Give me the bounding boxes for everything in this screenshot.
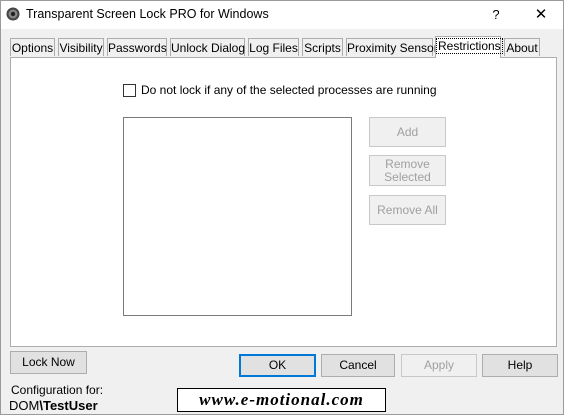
config-user: DOM\TestUser [9,398,98,413]
add-button[interactable]: Add [369,117,446,147]
window-title: Transparent Screen Lock PRO for Windows [26,7,269,21]
app-window: Transparent Screen Lock PRO for Windows … [0,0,564,415]
process-listbox[interactable] [123,117,352,316]
tab-log-files[interactable]: Log Files [248,38,299,56]
tab-passwords[interactable]: Passwords [107,38,167,56]
app-lock-icon [6,7,20,21]
tab-about[interactable]: About [504,38,540,56]
close-button[interactable]: ✕ [523,3,559,27]
tab-restrictions[interactable]: Restrictions [435,36,503,58]
lock-now-button[interactable]: Lock Now [10,351,87,374]
tab-proximity-sensor[interactable]: Proximity Sensor [346,38,438,56]
cancel-button[interactable]: Cancel [321,354,395,377]
tab-options[interactable]: Options [10,38,55,56]
tab-scripts[interactable]: Scripts [302,38,343,56]
apply-button[interactable]: Apply [401,354,477,377]
remove-selected-button[interactable]: Remove Selected [369,155,446,186]
tab-unlock-dialog[interactable]: Unlock Dialog [170,38,245,56]
e-motional-logo[interactable]: www.e-motional.com [177,388,386,412]
remove-all-button[interactable]: Remove All [369,195,446,225]
process-checkbox-label: Do not lock if any of the selected proce… [141,83,437,97]
process-checkbox[interactable] [123,84,136,97]
config-label: Configuration for: [11,383,104,397]
ok-button[interactable]: OK [239,354,316,377]
title-bar: Transparent Screen Lock PRO for Windows … [1,1,563,29]
restrictions-panel: Do not lock if any of the selected proce… [10,57,557,347]
help-title-button[interactable]: ? [481,3,511,27]
tab-visibility[interactable]: Visibility [58,38,104,56]
help-button[interactable]: Help [482,354,558,377]
